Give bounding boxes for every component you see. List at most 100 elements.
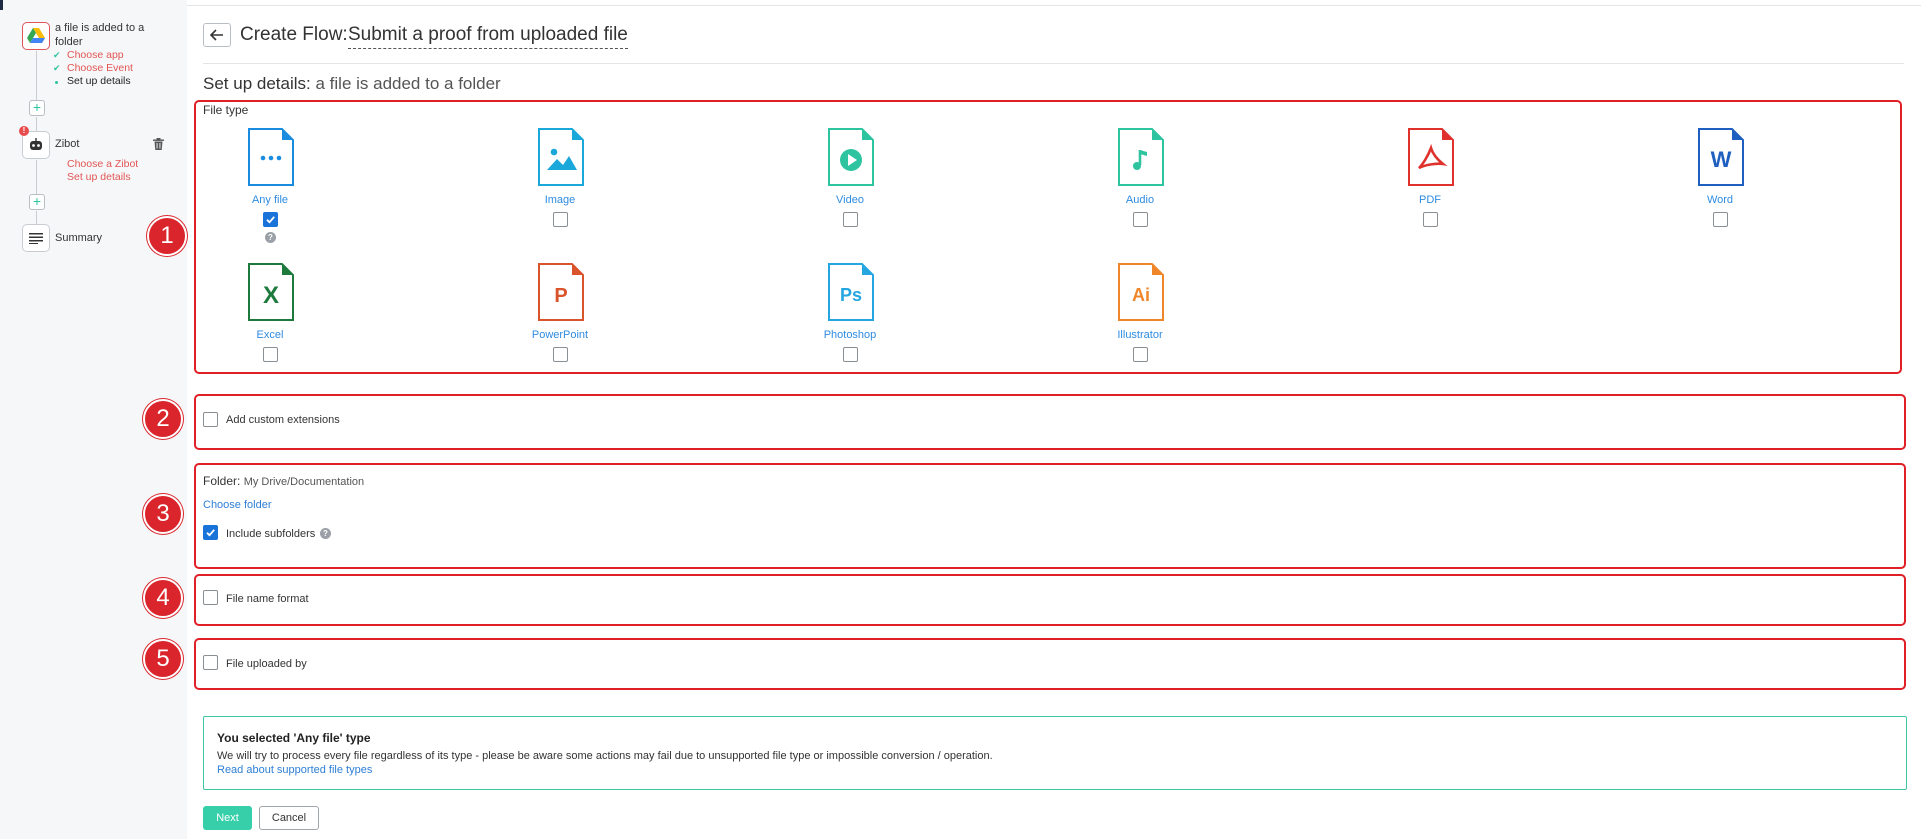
file-type-checkbox[interactable]: [843, 212, 858, 227]
check-icon: ✔: [53, 50, 61, 60]
arrow-left-icon: [210, 29, 223, 41]
highlight-box-file-uploaded-by: [194, 638, 1906, 690]
back-button[interactable]: [203, 23, 231, 47]
check-icon: ✔: [53, 63, 61, 73]
google-drive-icon[interactable]: [22, 22, 50, 50]
file-name-format-label: File name format: [226, 593, 309, 605]
folder-label: Folder: My Drive/Documentation: [203, 474, 364, 489]
file-uploaded-by-checkbox[interactable]: [203, 655, 218, 670]
file-type-checkbox[interactable]: [263, 212, 278, 227]
file-type-checkbox[interactable]: [1713, 212, 1728, 227]
substep-choose-event[interactable]: Choose Event: [67, 62, 133, 75]
substep-choose-app[interactable]: Choose app: [67, 49, 124, 62]
list-icon[interactable]: [22, 224, 50, 252]
file-type-option-word[interactable]: W Word: [1660, 128, 1780, 248]
file-type-checkbox[interactable]: [553, 212, 568, 227]
powerpoint-file-icon: P: [538, 263, 584, 321]
substep-zibot-set-up-details[interactable]: Set up details: [67, 171, 131, 184]
image-file-icon: [538, 128, 584, 186]
substep-choose-zibot[interactable]: Choose a Zibot: [67, 158, 138, 171]
page-title: Create Flow:: [240, 24, 348, 45]
file-type-name: Excel: [256, 329, 284, 341]
flow-name-input[interactable]: Submit a proof from uploaded file: [348, 23, 628, 49]
file-type-checkbox[interactable]: [1133, 347, 1148, 362]
file-type-name: Image: [544, 194, 576, 206]
annotation-marker-1: 1: [147, 216, 187, 256]
annotation-marker-5: 5: [143, 639, 183, 679]
file-type-checkbox[interactable]: [1133, 212, 1148, 227]
svg-text:W: W: [1711, 147, 1732, 172]
highlight-box-file-type: [194, 100, 1902, 374]
choose-folder-link[interactable]: Choose folder: [203, 498, 272, 512]
trash-icon[interactable]: [153, 137, 164, 155]
svg-text:Ps: Ps: [840, 285, 862, 305]
highlight-box-custom-extensions: [194, 394, 1906, 450]
custom-extensions-checkbox[interactable]: [203, 412, 218, 427]
file-type-option-photoshop[interactable]: Ps Photoshop: [790, 263, 910, 383]
video-file-icon: [828, 128, 874, 186]
cancel-button[interactable]: Cancel: [259, 806, 319, 830]
top-divider: [187, 5, 1921, 6]
next-button[interactable]: Next: [203, 806, 252, 830]
file-type-name: Word: [1706, 194, 1734, 206]
any-file-icon: [248, 128, 294, 186]
help-icon[interactable]: ?: [265, 232, 276, 243]
photoshop-file-icon: Ps: [828, 263, 874, 321]
annotation-marker-2: 2: [143, 399, 183, 439]
info-title: You selected 'Any file' type: [217, 731, 371, 745]
pdf-file-icon: [1408, 128, 1454, 186]
section-heading-subject: a file is added to a folder: [315, 74, 501, 93]
svg-text:P: P: [554, 285, 567, 307]
audio-file-icon: [1118, 128, 1164, 186]
highlight-box-file-name-format: [194, 574, 1906, 626]
file-type-option-pdf[interactable]: PDF: [1370, 128, 1490, 248]
svg-text:Ai: Ai: [1132, 285, 1150, 305]
file-type-name: Photoshop: [823, 329, 877, 341]
step-connector: [36, 51, 37, 101]
file-type-option-video[interactable]: Video: [790, 128, 910, 248]
file-type-option-audio[interactable]: Audio: [1080, 128, 1200, 248]
file-type-checkbox[interactable]: [1423, 212, 1438, 227]
substep-set-up-details[interactable]: Set up details: [67, 75, 131, 88]
illustrator-file-icon: Ai: [1118, 263, 1164, 321]
word-file-icon: W: [1698, 128, 1744, 186]
file-type-option-excel[interactable]: X Excel: [210, 263, 330, 383]
add-step-plus-icon[interactable]: +: [29, 194, 45, 210]
file-type-option-image[interactable]: Image: [500, 128, 620, 248]
current-dot-icon: [55, 81, 58, 84]
trigger-step-title[interactable]: a file is added to a folder: [55, 21, 155, 49]
file-type-name: PowerPoint: [531, 329, 589, 341]
info-text: We will try to process every file regard…: [217, 750, 993, 762]
add-step-plus-icon[interactable]: +: [29, 100, 45, 116]
file-type-option-powerpoint[interactable]: P PowerPoint: [500, 263, 620, 383]
file-type-name: Video: [836, 194, 864, 206]
file-type-checkbox[interactable]: [553, 347, 568, 362]
svg-text:X: X: [263, 282, 279, 309]
file-type-checkbox[interactable]: [843, 347, 858, 362]
corner-accent: [0, 0, 3, 10]
annotation-marker-3: 3: [143, 494, 183, 534]
action-step-title[interactable]: Zibot: [55, 137, 79, 151]
header-divider: [203, 63, 1904, 64]
custom-extensions-label: Add custom extensions: [226, 414, 340, 426]
file-type-name: Any file: [251, 194, 289, 206]
file-uploaded-by-label: File uploaded by: [226, 658, 307, 670]
excel-file-icon: X: [248, 263, 294, 321]
help-icon[interactable]: ?: [320, 528, 331, 539]
file-name-format-checkbox[interactable]: [203, 590, 218, 605]
file-type-option-illustrator[interactable]: Ai Illustrator: [1080, 263, 1200, 383]
file-type-name: Illustrator: [1117, 329, 1163, 341]
summary-step-title[interactable]: Summary: [55, 231, 102, 245]
file-type-option-any-file[interactable]: Any file?: [210, 128, 330, 248]
highlight-box-folder: [194, 463, 1906, 569]
section-heading-label: Set up details:: [203, 74, 311, 93]
step-connector: [36, 117, 37, 132]
supported-file-types-link[interactable]: Read about supported file types: [217, 764, 372, 776]
file-type-name: PDF: [1419, 194, 1441, 206]
checkmark-icon: [206, 529, 215, 537]
info-notice: You selected 'Any file' type We will try…: [203, 716, 1907, 790]
file-type-label: File type: [203, 103, 249, 117]
file-type-checkbox[interactable]: [263, 347, 278, 362]
section-heading: Set up details: a file is added to a fol…: [203, 74, 501, 94]
include-subfolders-checkbox[interactable]: [203, 525, 218, 540]
